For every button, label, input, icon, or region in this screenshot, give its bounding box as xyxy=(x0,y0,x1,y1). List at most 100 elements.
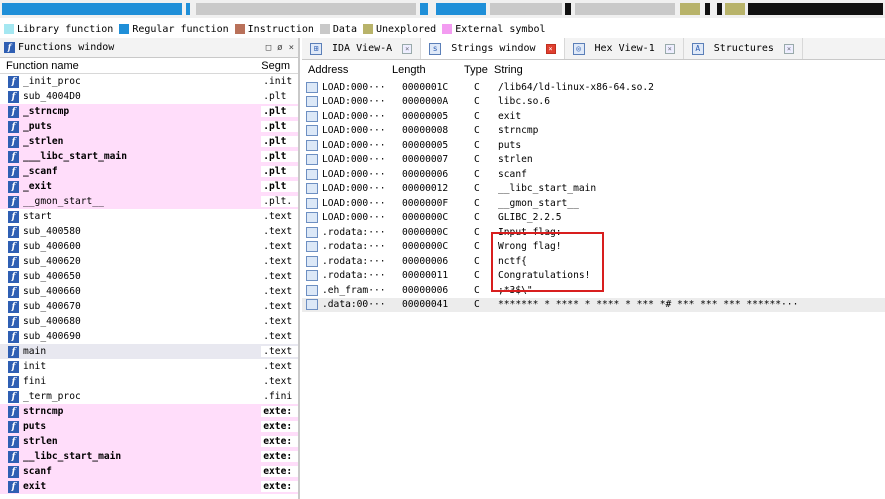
function-row[interactable]: f _init_proc .init xyxy=(0,74,298,89)
string-entry-icon xyxy=(306,270,318,282)
string-address: LOAD:000··· xyxy=(322,110,386,122)
function-row[interactable]: f sub_4004D0 .plt xyxy=(0,89,298,104)
function-icon: f xyxy=(8,315,19,328)
column-header-string[interactable]: String xyxy=(494,64,523,76)
string-type: C xyxy=(474,197,480,209)
function-row[interactable]: f init .text xyxy=(0,359,298,374)
function-name: main xyxy=(23,346,47,357)
function-row[interactable]: f _puts .plt xyxy=(0,119,298,134)
function-name: strncmp xyxy=(23,406,64,417)
string-row[interactable]: LOAD:000··· 0000000C C GLIBC_2.2.5 xyxy=(302,211,885,226)
function-name: _strlen xyxy=(23,136,64,147)
tab-hex-view-1[interactable]: ◎ Hex View-1 × xyxy=(565,38,684,59)
string-row[interactable]: .data:00··· 00000041 C ******* * **** * **… xyxy=(302,297,885,312)
function-row[interactable]: f sub_400650 .text xyxy=(0,269,298,284)
function-segment: .text xyxy=(261,211,298,222)
function-row[interactable]: f sub_400690 .text xyxy=(0,329,298,344)
function-row[interactable]: f start .text xyxy=(0,209,298,224)
navigation-band[interactable] xyxy=(0,0,885,18)
string-address: LOAD:000··· xyxy=(322,81,386,93)
function-icon: f xyxy=(8,420,19,433)
nav-segment-regular xyxy=(420,3,428,15)
string-entry-icon xyxy=(306,81,318,93)
column-header-length[interactable]: Length xyxy=(392,64,464,76)
string-address: LOAD:000··· xyxy=(322,197,386,209)
string-entry-icon xyxy=(306,96,318,108)
string-row[interactable]: LOAD:000··· 00000005 Cputs xyxy=(302,138,885,153)
legend-item-external: External symbol xyxy=(442,24,546,35)
column-header-address[interactable]: Address xyxy=(302,64,392,76)
function-row[interactable]: f strlen exte: xyxy=(0,434,298,449)
column-header-type[interactable]: Type xyxy=(464,64,494,76)
string-row[interactable]: LOAD:000··· 0000000A Clibc.so.6 xyxy=(302,95,885,110)
function-icon: f xyxy=(8,405,19,418)
function-name: sub_400600 xyxy=(23,241,81,252)
function-icon: f xyxy=(8,375,19,388)
function-row[interactable]: f main .text xyxy=(0,344,298,359)
function-segment: .text xyxy=(261,256,298,267)
function-row[interactable]: f ___libc_start_main .plt xyxy=(0,149,298,164)
legend-swatch xyxy=(362,24,373,34)
string-entry-icon xyxy=(306,197,318,209)
nav-segment-data xyxy=(575,3,675,15)
string-row[interactable]: LOAD:000··· 00000008 Cstrncmp xyxy=(302,124,885,139)
string-address: .rodata:··· xyxy=(322,226,386,238)
function-row[interactable]: f _strlen .plt xyxy=(0,134,298,149)
function-row[interactable]: f sub_400660 .text xyxy=(0,284,298,299)
column-header-segment[interactable]: Segm xyxy=(261,60,298,72)
string-length: 00000007 xyxy=(402,154,449,166)
function-row[interactable]: f __libc_start_main exte: xyxy=(0,449,298,464)
string-entry-icon xyxy=(306,139,318,151)
function-name: strlen xyxy=(23,436,58,447)
function-name: start xyxy=(23,211,52,222)
string-entry-icon xyxy=(306,125,318,137)
close-icon[interactable]: × xyxy=(545,43,556,54)
function-row[interactable]: f sub_400680 .text xyxy=(0,314,298,329)
functions-window-titlebar[interactable]: f Functions window □ ø × xyxy=(0,38,298,58)
legend-swatch xyxy=(119,24,130,34)
function-row[interactable]: f _exit .plt xyxy=(0,179,298,194)
function-row[interactable]: f puts exte: xyxy=(0,419,298,434)
function-row[interactable]: f _strncmp .plt xyxy=(0,104,298,119)
tab-ida-view-a[interactable]: ⊞ IDA View-A × xyxy=(302,38,422,59)
string-row[interactable]: LOAD:000··· 00000006 Cscanf xyxy=(302,167,885,182)
function-row[interactable]: f _term_proc .fini xyxy=(0,389,298,404)
restore-icon[interactable]: □ xyxy=(266,43,271,53)
tab-label: Structures xyxy=(713,43,774,54)
function-row[interactable]: f sub_400620 .text xyxy=(0,254,298,269)
string-row[interactable]: LOAD:000··· 0000001C C/lib64/ld-linux-x86-… xyxy=(302,80,885,95)
legend-label: Unexplored xyxy=(375,23,437,35)
column-header-function-name[interactable]: Function name xyxy=(0,60,261,72)
string-type: C xyxy=(474,81,480,93)
close-icon[interactable]: × xyxy=(289,43,294,53)
function-segment: .fini xyxy=(261,391,298,402)
tab-structures[interactable]: A Structures × xyxy=(684,38,803,59)
function-row[interactable]: f sub_400580 .text xyxy=(0,224,298,239)
structures-icon: A xyxy=(691,42,704,55)
function-row[interactable]: f __gmon_start__ .plt. xyxy=(0,194,298,209)
function-row[interactable]: f strncmp exte: xyxy=(0,404,298,419)
function-icon: f xyxy=(8,450,19,463)
string-row[interactable]: LOAD:000··· 00000007 Cstrlen xyxy=(302,153,885,168)
functions-table-header: Function name Segm xyxy=(0,58,298,74)
string-row[interactable]: LOAD:000··· 00000005 Cexit xyxy=(302,109,885,124)
float-icon[interactable]: ø xyxy=(277,43,282,53)
function-row[interactable]: f _scanf .plt xyxy=(0,164,298,179)
function-name: ___libc_start_main xyxy=(23,151,127,162)
function-row[interactable]: f exit exte: xyxy=(0,479,298,494)
function-name: __gmon_start__ xyxy=(23,196,104,207)
close-icon[interactable]: × xyxy=(783,43,794,54)
function-row[interactable]: f scanf exte: xyxy=(0,464,298,479)
function-row[interactable]: f fini .text xyxy=(0,374,298,389)
tab-strings-window[interactable]: s Strings window × xyxy=(421,38,565,59)
string-type: C xyxy=(474,125,480,137)
legend-swatch xyxy=(442,24,453,34)
string-value: exit xyxy=(498,110,522,122)
function-row[interactable]: f sub_400600 .text xyxy=(0,239,298,254)
string-row[interactable]: LOAD:000··· 0000000F C __gmon_start__ xyxy=(302,196,885,211)
close-icon[interactable]: × xyxy=(402,43,413,54)
string-row[interactable]: LOAD:000··· 00000012 C __libc_start_main xyxy=(302,182,885,197)
function-row[interactable]: f sub_400670 .text xyxy=(0,299,298,314)
nav-segment-regular xyxy=(436,3,486,15)
close-icon[interactable]: × xyxy=(664,43,675,54)
